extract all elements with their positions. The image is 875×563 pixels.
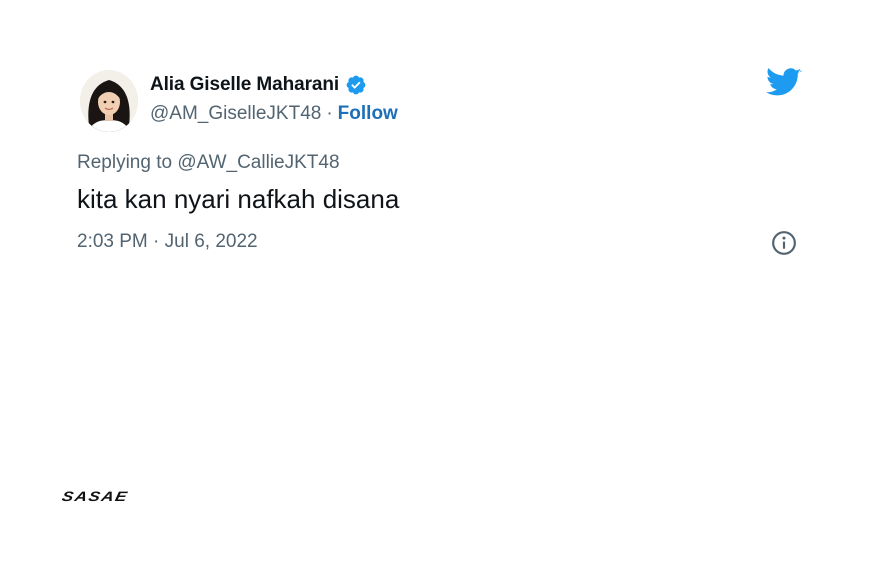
info-circle-icon[interactable] (771, 230, 797, 256)
tweet-text: kita kan nyari nafkah disana (77, 184, 400, 214)
author-handle[interactable]: @AM_GiselleJKT48 (150, 103, 321, 125)
twitter-bird-icon[interactable] (766, 68, 802, 98)
handle-row: @AM_GiselleJKT48 · Follow (150, 101, 398, 127)
tweet-timestamp[interactable]: 2:03 PM · Jul 6, 2022 (77, 231, 258, 253)
replying-to[interactable]: Replying to @AW_CallieJKT48 (77, 152, 340, 174)
display-name[interactable]: Alia Giselle Maharani (150, 74, 339, 96)
follow-button[interactable]: Follow (338, 103, 398, 125)
verified-badge-icon (345, 74, 367, 96)
brand-logo: SASAE (60, 489, 130, 505)
avatar[interactable] (80, 70, 138, 132)
tweet-embed: Alia Giselle Maharani @AM_GiselleJKT48 ·… (0, 0, 875, 563)
author-name-row: Alia Giselle Maharani (150, 72, 367, 98)
separator-dot: · (326, 103, 333, 124)
